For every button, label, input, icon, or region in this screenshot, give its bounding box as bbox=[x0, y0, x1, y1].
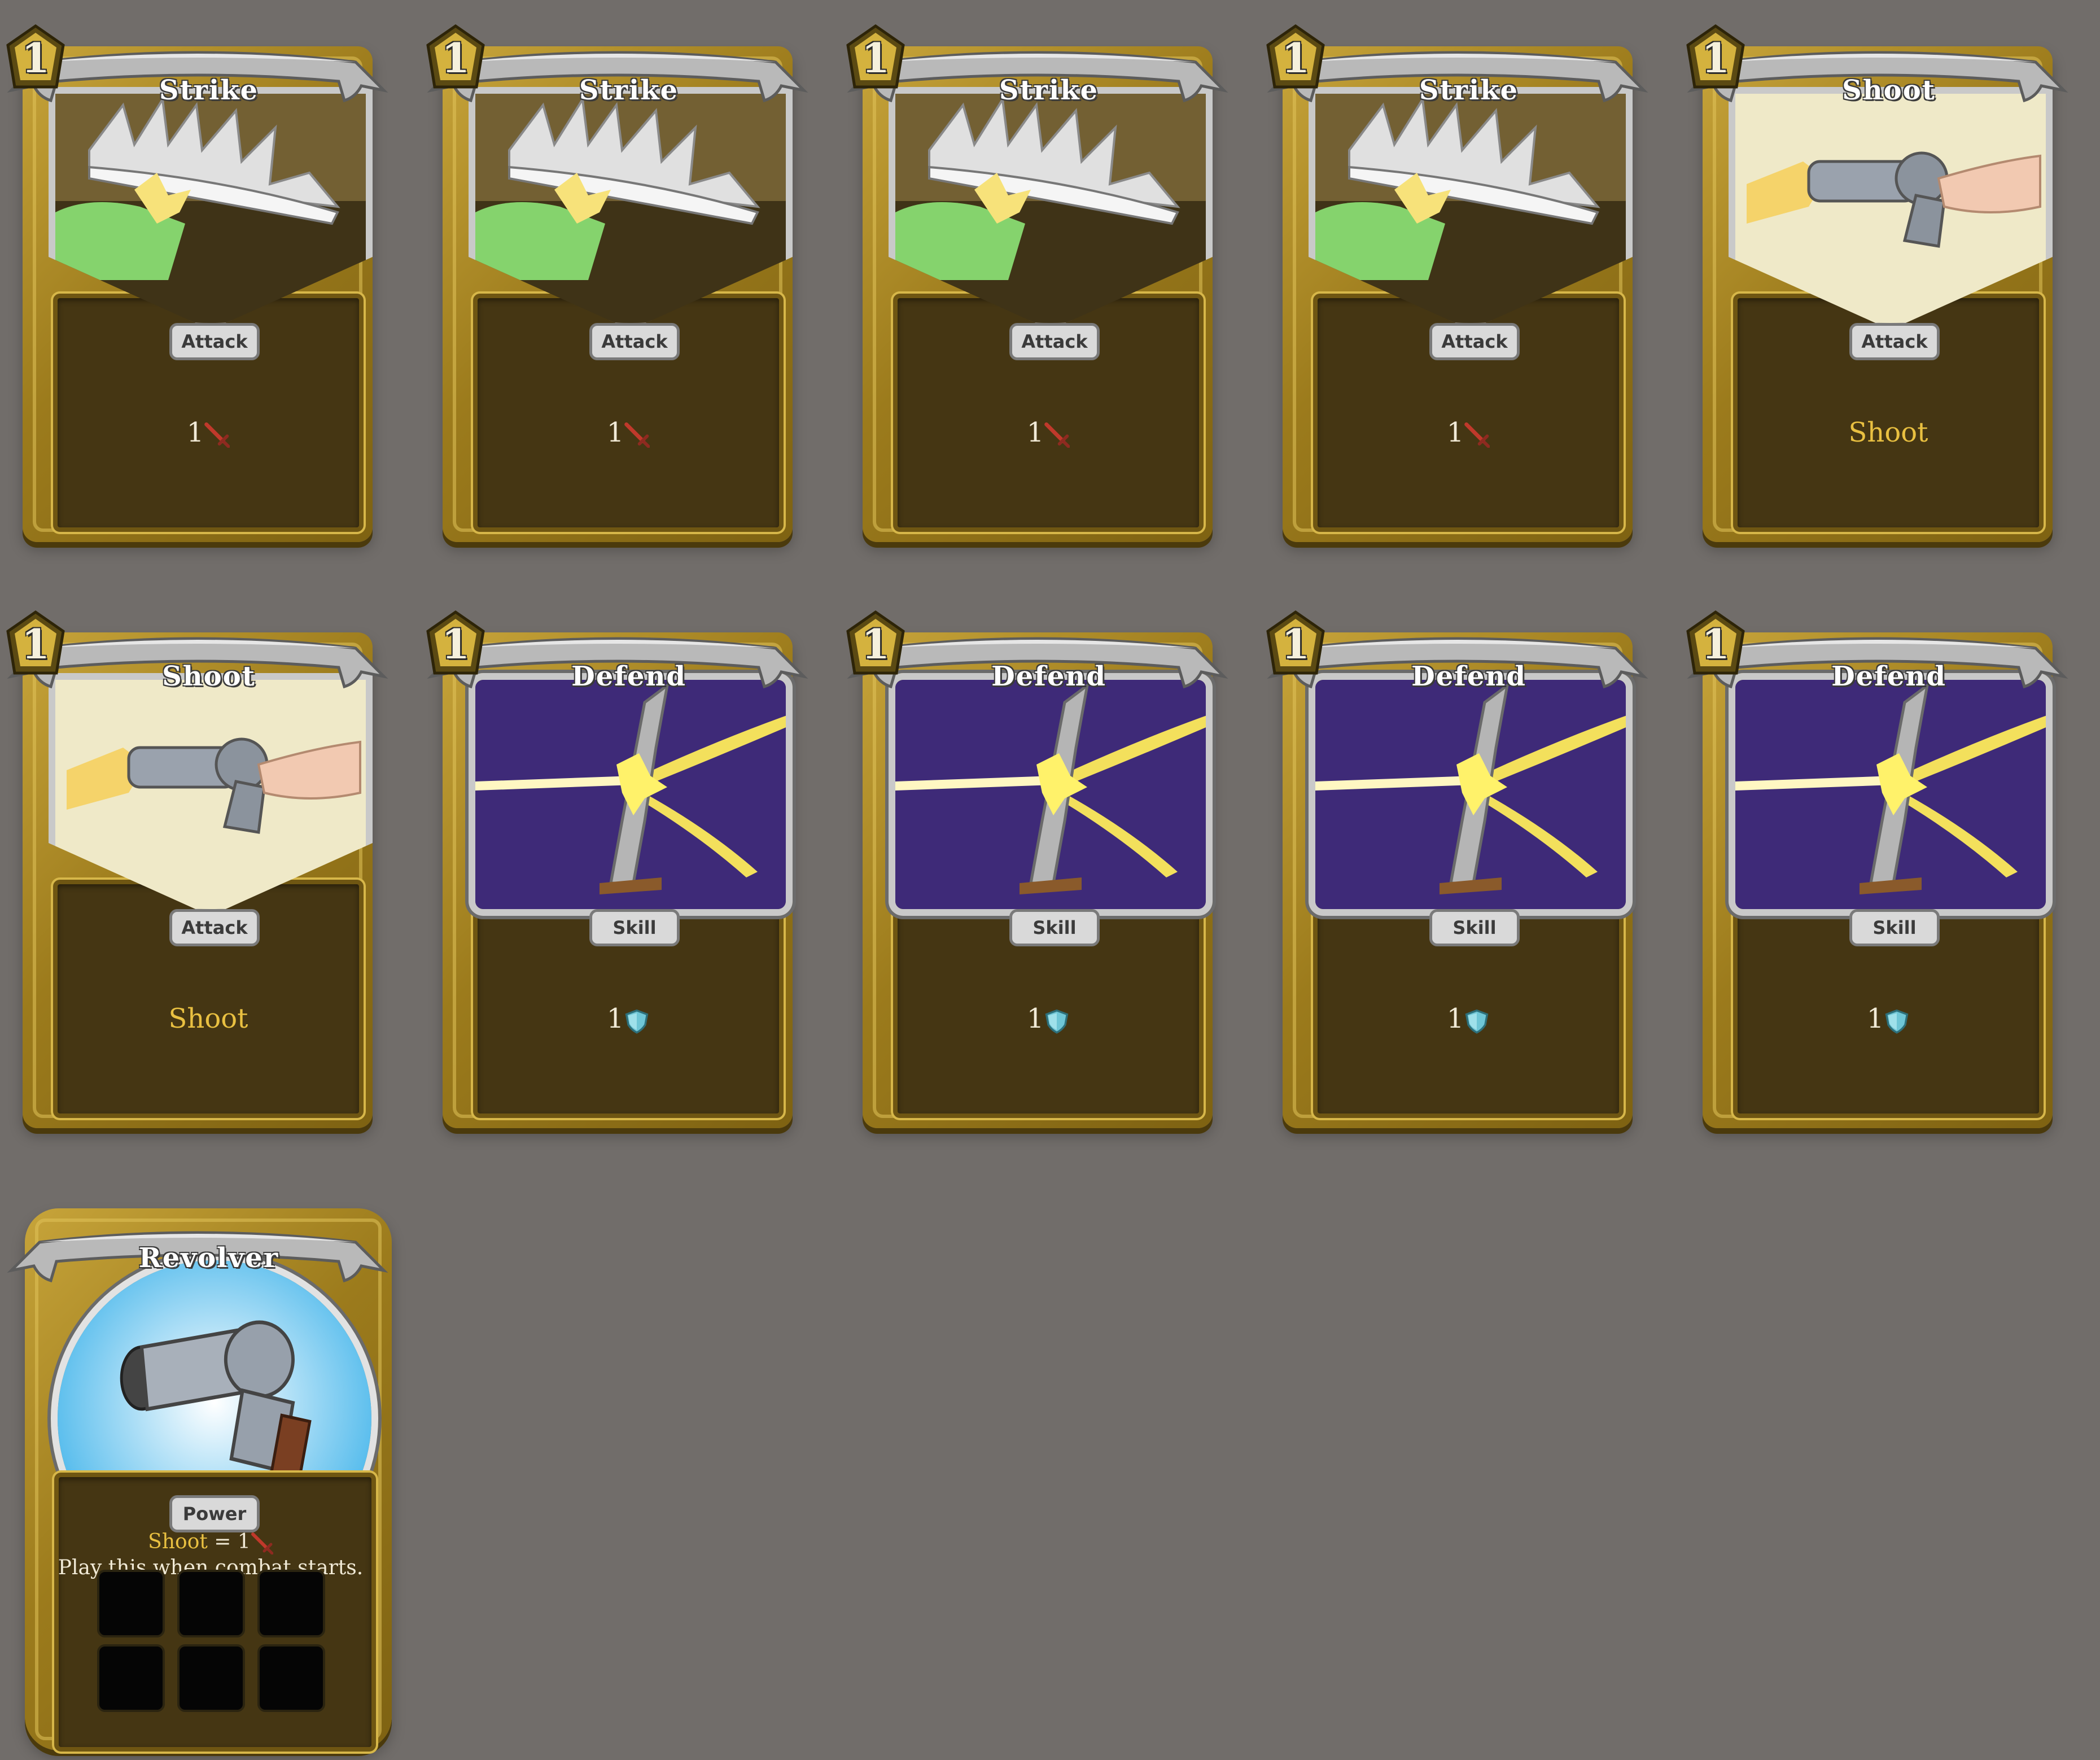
sword-icon bbox=[251, 1532, 273, 1554]
sword-deflect-icon bbox=[1315, 680, 1626, 909]
energy-cost: 1 bbox=[1281, 34, 1310, 82]
card-title: Defend bbox=[991, 661, 1106, 692]
card-title: Strike bbox=[159, 75, 259, 106]
card-slot[interactable] bbox=[177, 1570, 245, 1637]
shield-icon bbox=[1464, 1008, 1490, 1034]
card-slot[interactable] bbox=[257, 1644, 325, 1712]
card-title: Shoot bbox=[162, 661, 256, 692]
sword-deflect-icon bbox=[475, 680, 786, 909]
card-slot[interactable] bbox=[97, 1644, 165, 1712]
shield-icon bbox=[1884, 1008, 1910, 1034]
card-title: Defend bbox=[571, 661, 686, 692]
card-type-badge: Skill bbox=[1009, 909, 1100, 946]
card-title: Strike bbox=[579, 75, 679, 106]
shoot-keyword: Shoot bbox=[148, 1530, 208, 1553]
card-type-badge: Attack bbox=[589, 323, 680, 360]
effect-equals: = 1 bbox=[207, 1530, 251, 1553]
card-title: Strike bbox=[1419, 75, 1519, 106]
card-shoot[interactable]: Shoot Attack 1 Shoot bbox=[1680, 11, 2053, 542]
power-effect-line: Shoot = 1 bbox=[54, 1530, 367, 1554]
card-type-badge: Skill bbox=[1429, 909, 1520, 946]
card-art bbox=[1729, 673, 2053, 916]
effect-amount: 1 bbox=[186, 417, 204, 448]
card-description: 1 bbox=[473, 417, 784, 448]
card-title: Shoot bbox=[1842, 75, 1936, 106]
sword-icon bbox=[1044, 422, 1070, 448]
card-art bbox=[1309, 673, 1633, 916]
card-description: 1 bbox=[473, 1003, 784, 1034]
card-type-badge: Power bbox=[169, 1495, 260, 1532]
shoot-keyword: Shoot bbox=[168, 1003, 248, 1034]
card-defend[interactable]: Defend Skill 1 1 bbox=[1260, 597, 1633, 1128]
effect-amount: 1 bbox=[1026, 1003, 1044, 1034]
card-description: 1 bbox=[53, 417, 364, 448]
effect-amount: 1 bbox=[1446, 1003, 1464, 1034]
energy-cost: 1 bbox=[441, 34, 470, 82]
shield-icon bbox=[624, 1008, 650, 1034]
card-defend[interactable]: Defend Skill 1 1 bbox=[1680, 597, 2053, 1128]
card-art bbox=[889, 673, 1213, 916]
energy-cost: 1 bbox=[21, 34, 50, 82]
sword-icon bbox=[624, 422, 650, 448]
card-type-badge: Skill bbox=[589, 909, 680, 946]
card-type-badge: Attack bbox=[1429, 323, 1520, 360]
card-description: Shoot bbox=[1733, 417, 2044, 448]
energy-cost: 1 bbox=[1281, 620, 1310, 668]
sword-icon bbox=[1464, 422, 1490, 448]
energy-cost: 1 bbox=[861, 620, 890, 668]
shoot-keyword: Shoot bbox=[1848, 417, 1928, 448]
card-title: Strike bbox=[999, 75, 1099, 106]
card-title: Defend bbox=[1831, 661, 1946, 692]
effect-amount: 1 bbox=[1446, 417, 1464, 448]
energy-cost: 1 bbox=[1701, 34, 1730, 82]
energy-cost: 1 bbox=[1701, 620, 1730, 668]
energy-cost: 1 bbox=[441, 620, 470, 668]
card-title: Revolver bbox=[138, 1242, 279, 1274]
card-description: 1 bbox=[1313, 417, 1624, 448]
card-description: 1 bbox=[1733, 1003, 2044, 1034]
card-revolver[interactable]: Revolver Power Shoot = 1 Play this when … bbox=[0, 1203, 395, 1756]
card-description: 1 bbox=[893, 417, 1204, 448]
card-description: 1 bbox=[893, 1003, 1204, 1034]
card-type-badge: Attack bbox=[1009, 323, 1100, 360]
card-type-badge: Attack bbox=[1849, 323, 1940, 360]
sword-deflect-icon bbox=[1735, 680, 2046, 909]
energy-cost: 1 bbox=[861, 34, 890, 82]
card-type-badge: Attack bbox=[169, 323, 260, 360]
card-defend[interactable]: Defend Skill 1 1 bbox=[840, 597, 1213, 1128]
card-strike[interactable]: Strike Attack 1 1 bbox=[840, 11, 1213, 542]
card-strike[interactable]: Strike Attack 1 1 bbox=[1260, 11, 1633, 542]
card-shoot[interactable]: Shoot Attack 1 Shoot bbox=[0, 597, 373, 1128]
energy-cost: 1 bbox=[21, 620, 50, 668]
shield-icon bbox=[1044, 1008, 1070, 1034]
sword-icon bbox=[204, 422, 230, 448]
effect-amount: 1 bbox=[606, 1003, 624, 1034]
card-type-badge: Attack bbox=[169, 909, 260, 946]
sword-deflect-icon bbox=[895, 680, 1206, 909]
card-strike[interactable]: Strike Attack 1 1 bbox=[0, 11, 373, 542]
effect-amount: 1 bbox=[606, 417, 624, 448]
effect-amount: 1 bbox=[1026, 417, 1044, 448]
card-type-badge: Skill bbox=[1849, 909, 1940, 946]
card-defend[interactable]: Defend Skill 1 1 bbox=[420, 597, 793, 1128]
card-strike[interactable]: Strike Attack 1 1 bbox=[420, 11, 793, 542]
card-slot[interactable] bbox=[177, 1644, 245, 1712]
card-title: Defend bbox=[1411, 661, 1526, 692]
card-art bbox=[469, 673, 793, 916]
card-description: Shoot bbox=[53, 1003, 364, 1034]
effect-amount: 1 bbox=[1866, 1003, 1884, 1034]
card-slot[interactable] bbox=[97, 1570, 165, 1637]
card-slot[interactable] bbox=[257, 1570, 325, 1637]
card-description: 1 bbox=[1313, 1003, 1624, 1034]
